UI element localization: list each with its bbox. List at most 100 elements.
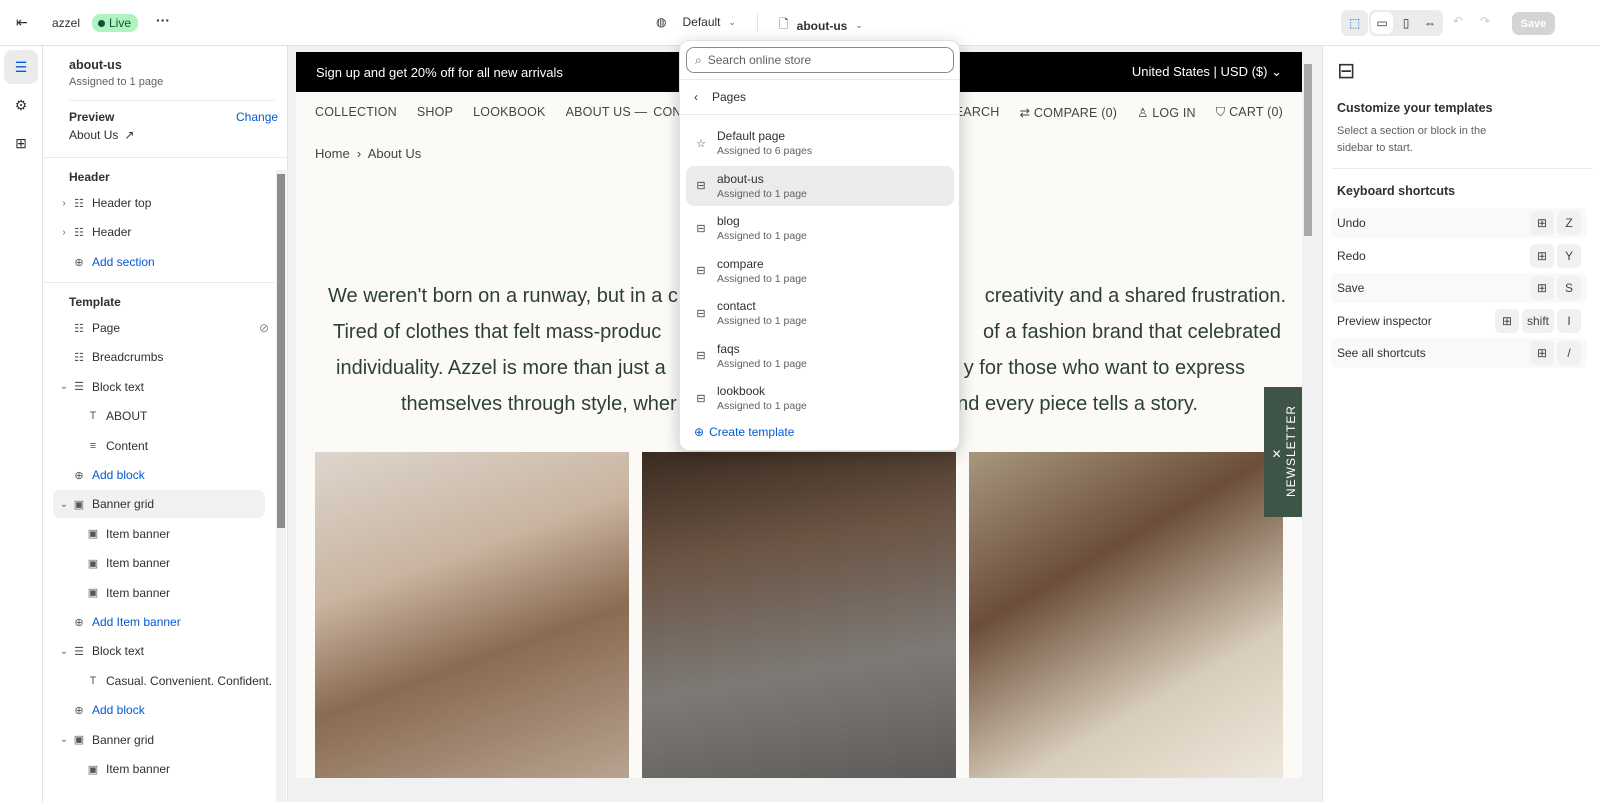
shortcut-key: Z <box>1557 211 1581 235</box>
close-icon[interactable]: ✕ <box>1270 448 1284 459</box>
nav-compare[interactable]: ⇄ COMPARE (0) <box>1020 105 1118 120</box>
save-button[interactable]: Save <box>1512 12 1555 35</box>
sidebar-scrollbar[interactable] <box>276 170 286 802</box>
newsletter-tab[interactable]: ✕ NEWSLETTER <box>1264 387 1302 517</box>
shortcut-key: Y <box>1557 243 1581 268</box>
add-block-button[interactable]: ⊕ Add block <box>71 696 287 724</box>
option-subtitle: Assigned to 1 page <box>717 187 807 200</box>
status-badge: Live <box>92 14 139 32</box>
template-option[interactable]: ⊟ contact Assigned to 1 page <box>686 293 954 333</box>
nav-shop[interactable]: SHOP <box>417 105 453 119</box>
status-text: Live <box>109 16 132 30</box>
tree-item[interactable]: ⌄ ▣ Banner grid <box>53 490 265 519</box>
tree-item[interactable]: ⌄ ☰ Block text <box>57 637 277 665</box>
more-icon[interactable]: ··· <box>156 12 170 28</box>
breadcrumb-current: About Us <box>367 146 422 161</box>
change-link[interactable]: Change <box>236 110 278 124</box>
tree-item[interactable]: ▣ Item banner <box>71 755 287 783</box>
tree-item[interactable]: ⌄ ▣ Banner grid <box>57 726 277 754</box>
sections-icon[interactable]: ☰ <box>4 50 38 84</box>
section-placeholder-icon: ⊟ <box>1337 58 1356 83</box>
text-block-icon: ☰ <box>74 381 84 394</box>
theme-selector[interactable]: ◍ Default ⌄ <box>656 15 736 29</box>
tree-label: ABOUT <box>106 409 148 424</box>
undo-icon[interactable]: ↶ <box>1453 14 1463 28</box>
shortcut-label: Save <box>1337 281 1365 296</box>
template-selector[interactable]: 🗋 about-us ⌄ <box>779 15 863 36</box>
tree-item[interactable]: ☷ Breadcrumbs <box>57 343 277 371</box>
gear-icon[interactable]: ⚙ <box>4 88 38 122</box>
template-option[interactable]: ⊟ about-us Assigned to 1 page <box>686 165 954 206</box>
tree-item[interactable]: T ABOUT <box>71 402 287 430</box>
template-icon: ⊟ <box>696 307 706 320</box>
preview-scrollbar[interactable] <box>1302 52 1314 778</box>
store-name: azzel <box>52 16 81 30</box>
nav-cart[interactable]: ⛉ CART (0) <box>1216 105 1283 120</box>
template-group-label: Template <box>69 295 121 309</box>
template-icon: ⊟ <box>696 222 706 235</box>
template-option[interactable]: ⊟ compare Assigned to 1 page <box>686 251 954 291</box>
tree-label: Block text <box>92 644 145 659</box>
tree-item[interactable]: ≡ Content <box>71 432 287 460</box>
template-option[interactable]: ⊟ lookbook Assigned to 1 page <box>686 378 954 418</box>
nav-label: ABOUT US <box>565 105 631 119</box>
create-template-button[interactable]: ⊕ Create template <box>694 425 794 439</box>
locale-selector[interactable]: United States | USD ($) ⌄ <box>1132 64 1282 80</box>
tree-item[interactable]: T Casual. Convenient. Confident. <box>71 667 287 695</box>
option-title: contact <box>717 299 756 313</box>
fullscreen-icon[interactable]: ⇔ <box>1419 12 1441 34</box>
template-option[interactable]: ☆ Default page Assigned to 6 pages <box>686 123 954 163</box>
add-section-label: Add section <box>92 255 155 269</box>
template-option[interactable]: ⊟ faqs Assigned to 1 page <box>686 336 954 376</box>
image-icon: ▣ <box>87 587 99 600</box>
shortcut-row: Undo ⊞ Z <box>1331 208 1587 238</box>
chevron-down-icon: ⌄ <box>59 498 69 510</box>
eye-off-icon[interactable]: ⊘ <box>259 321 269 335</box>
breadcrumb-home[interactable]: Home <box>315 146 350 161</box>
nav-lookbook[interactable]: LOOKBOOK <box>473 105 545 119</box>
create-template-label: Create template <box>709 425 795 439</box>
banner-image-2[interactable] <box>642 452 956 778</box>
template-dropdown: ⌕ Search online store ‹ Pages ☆ Default pag… <box>679 40 960 451</box>
add-section-button[interactable]: ⊕ Add section <box>71 248 287 276</box>
nav-about-us[interactable]: ABOUT US — <box>566 105 648 119</box>
shortcut-row: Preview inspector ⊞ shift I <box>1331 306 1587 336</box>
search-placeholder: Search online store <box>707 53 812 67</box>
tree-item-header-top[interactable]: › ☷ Header top <box>57 189 277 217</box>
line-end: of a fashion brand that celebrated <box>983 321 1281 343</box>
tree-item[interactable]: ▣ Item banner <box>71 579 287 607</box>
nav-collection[interactable]: COLLECTION <box>315 105 397 119</box>
banner-image-3[interactable] <box>969 452 1283 778</box>
option-title: about-us <box>717 171 764 186</box>
globe-icon: ◍ <box>656 15 667 29</box>
nav-login[interactable]: ♙ LOG IN <box>1137 105 1196 120</box>
add-block-button[interactable]: ⊕ Add block <box>71 461 287 489</box>
tree-item[interactable]: ☷ Page ⊘ <box>57 314 277 342</box>
tree-label: Banner grid <box>92 497 155 512</box>
tree-item-header[interactable]: › ☷ Header <box>57 218 277 246</box>
template-option[interactable]: ⊟ blog Assigned to 1 page <box>686 208 954 248</box>
left-sidebar: about-us Assigned to 1 page Preview Chan… <box>43 46 288 802</box>
select-cursor-icon: ⬚ <box>1348 16 1361 30</box>
desktop-icon[interactable]: ▭ <box>1371 12 1393 34</box>
search-input[interactable]: ⌕ Search online store <box>686 47 954 73</box>
shortcut-label: Undo <box>1337 216 1366 230</box>
preview-page-link[interactable]: About Us ↗ <box>69 128 134 142</box>
tree-label: Breadcrumbs <box>92 350 164 365</box>
tree-item[interactable]: ⌄ ☰ Block text <box>57 373 277 401</box>
back-to-pages[interactable]: ‹ Pages <box>694 90 746 104</box>
mobile-icon[interactable]: ▯ <box>1395 12 1417 34</box>
tree-item[interactable]: ▣ Item banner <box>71 520 287 548</box>
banner-image-1[interactable] <box>315 452 629 778</box>
redo-icon[interactable]: ↷ <box>1480 14 1490 28</box>
chevron-down-icon: ⌄ <box>59 381 69 393</box>
exit-icon[interactable]: ⇤ <box>16 14 28 31</box>
tree-item[interactable]: ▣ Item banner <box>71 549 287 577</box>
image-icon: ▣ <box>87 528 99 541</box>
image-icon: ▣ <box>87 763 99 776</box>
add-block-button[interactable]: ⊕ Add Item banner <box>71 608 287 636</box>
inspector-toggle[interactable]: ⬚ <box>1341 10 1368 36</box>
apps-icon[interactable]: ⊞ <box>4 126 38 160</box>
tree-label: Add block <box>92 703 145 718</box>
theme-name: Default <box>682 15 721 29</box>
